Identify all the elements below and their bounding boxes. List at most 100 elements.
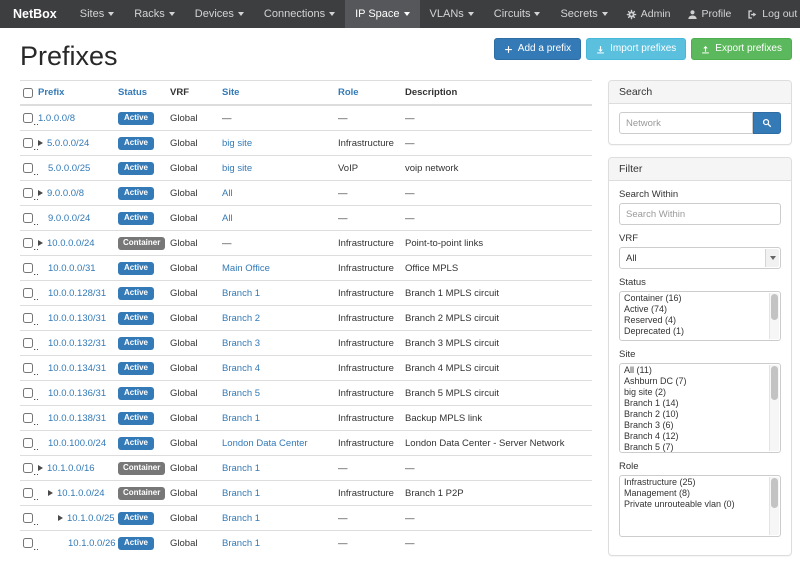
export-prefixes-button[interactable]: Export prefixes: [691, 38, 792, 60]
row-checkbox[interactable]: [23, 463, 33, 473]
prefix-link[interactable]: 9.0.0.0/24: [48, 213, 90, 224]
scrollbar[interactable]: [769, 293, 779, 339]
prefix-link[interactable]: 10.0.0.0/24: [47, 238, 95, 249]
site-link[interactable]: All: [222, 188, 233, 199]
row-checkbox[interactable]: [23, 538, 33, 548]
nav-item-secrets[interactable]: Secrets: [550, 0, 617, 28]
scrollbar-thumb[interactable]: [771, 366, 778, 400]
prefix-link[interactable]: 10.0.0.134/31: [48, 363, 106, 374]
column-header-role[interactable]: Role: [338, 87, 359, 98]
listbox-option[interactable]: Ashburn DC (7): [621, 376, 768, 387]
site-link[interactable]: Branch 2: [222, 313, 260, 324]
listbox-option[interactable]: Branch 1 (14): [621, 398, 768, 409]
site-listbox[interactable]: All (11)Ashburn DC (7)big site (2)Branch…: [619, 363, 781, 453]
prefix-link[interactable]: 10.1.0.0/25: [67, 513, 115, 524]
nav-item-vlans[interactable]: VLANs: [420, 0, 484, 28]
listbox-option[interactable]: Branch 5 (7): [621, 442, 768, 453]
search-within-input[interactable]: [619, 203, 781, 225]
listbox-option[interactable]: Branch 3 (6): [621, 420, 768, 431]
site-link[interactable]: Branch 3: [222, 338, 260, 349]
prefix-link[interactable]: 10.0.0.0/31: [48, 263, 96, 274]
prefix-link[interactable]: 10.0.0.138/31: [48, 413, 106, 424]
site-link[interactable]: Branch 5: [222, 388, 260, 399]
site-link[interactable]: London Data Center: [222, 438, 308, 449]
prefix-link[interactable]: 10.0.100.0/24: [48, 438, 106, 449]
row-checkbox[interactable]: [23, 188, 33, 198]
prefix-link[interactable]: 10.1.0.0/24: [57, 488, 105, 499]
nav-item-racks[interactable]: Racks: [124, 0, 185, 28]
site-link[interactable]: big site: [222, 163, 252, 174]
site-link[interactable]: Branch 1: [222, 538, 260, 549]
site-link[interactable]: Branch 1: [222, 288, 260, 299]
import-prefixes-button[interactable]: Import prefixes: [586, 38, 686, 60]
prefix-link[interactable]: 10.0.0.130/31: [48, 313, 106, 324]
prefix-link[interactable]: 5.0.0.0/25: [48, 163, 90, 174]
select-all-checkbox[interactable]: [23, 88, 33, 98]
nav-item-devices[interactable]: Devices: [185, 0, 254, 28]
listbox-option[interactable]: big site (2): [621, 387, 768, 398]
vrf-select[interactable]: All: [619, 247, 781, 269]
listbox-option[interactable]: Active (74): [621, 304, 768, 315]
row-checkbox[interactable]: [23, 388, 33, 398]
admin-link[interactable]: Admin: [618, 0, 679, 28]
row-checkbox[interactable]: [23, 363, 33, 373]
nav-item-connections[interactable]: Connections: [254, 0, 345, 28]
nav-item-sites[interactable]: Sites: [70, 0, 124, 28]
prefix-link[interactable]: 9.0.0.0/8: [47, 188, 84, 199]
scrollbar-thumb[interactable]: [771, 478, 778, 508]
search-button[interactable]: [753, 112, 781, 134]
prefix-link[interactable]: 10.0.0.136/31: [48, 388, 106, 399]
column-header-site[interactable]: Site: [222, 87, 239, 98]
row-checkbox[interactable]: [23, 113, 33, 123]
row-checkbox[interactable]: [23, 213, 33, 223]
prefix-link[interactable]: 10.1.0.0/26: [68, 538, 116, 549]
row-checkbox[interactable]: [23, 438, 33, 448]
row-checkbox[interactable]: [23, 138, 33, 148]
nav-item-circuits[interactable]: Circuits: [484, 0, 551, 28]
row-checkbox[interactable]: [23, 163, 33, 173]
site-link[interactable]: Branch 1: [222, 488, 260, 499]
listbox-option[interactable]: Container (16): [621, 293, 768, 304]
role-listbox[interactable]: Infrastructure (25)Management (8)Private…: [619, 475, 781, 537]
scrollbar[interactable]: [769, 477, 779, 535]
row-checkbox[interactable]: [23, 313, 33, 323]
listbox-option[interactable]: Infrastructure (25): [621, 477, 768, 488]
status-listbox[interactable]: Container (16)Active (74)Reserved (4)Dep…: [619, 291, 781, 341]
row-checkbox[interactable]: [23, 413, 33, 423]
search-input[interactable]: [619, 112, 753, 134]
row-checkbox[interactable]: [23, 288, 33, 298]
nav-item-ip-space[interactable]: IP Space: [345, 0, 419, 28]
logout-link[interactable]: Log out: [739, 0, 800, 28]
column-header-status[interactable]: Status: [118, 87, 147, 98]
prefix-link[interactable]: 1.0.0.0/8: [38, 113, 75, 124]
listbox-option[interactable]: Management (8): [621, 488, 768, 499]
site-link[interactable]: Branch 1: [222, 513, 260, 524]
site-link[interactable]: Branch 4: [222, 363, 260, 374]
scrollbar[interactable]: [769, 365, 779, 451]
row-checkbox[interactable]: [23, 238, 33, 248]
prefix-link[interactable]: 5.0.0.0/24: [47, 138, 89, 149]
row-checkbox[interactable]: [23, 263, 33, 273]
listbox-option[interactable]: Private unrouteable vlan (0): [621, 499, 768, 510]
site-link[interactable]: Branch 1: [222, 413, 260, 424]
listbox-option[interactable]: Deprecated (1): [621, 326, 768, 337]
listbox-option[interactable]: Branch 2 (10): [621, 409, 768, 420]
brand-logo[interactable]: NetBox: [0, 0, 70, 28]
prefix-link[interactable]: 10.0.0.128/31: [48, 288, 106, 299]
listbox-option[interactable]: Branch 4 (12): [621, 431, 768, 442]
prefix-link[interactable]: 10.0.0.132/31: [48, 338, 106, 349]
prefix-link[interactable]: 10.1.0.0/16: [47, 463, 95, 474]
site-link[interactable]: big site: [222, 138, 252, 149]
listbox-option[interactable]: All (11): [621, 365, 768, 376]
site-link[interactable]: All: [222, 213, 233, 224]
listbox-option[interactable]: Reserved (4): [621, 315, 768, 326]
add-prefix-button[interactable]: Add a prefix: [494, 38, 581, 60]
site-link[interactable]: Branch 1: [222, 463, 260, 474]
site-link[interactable]: Main Office: [222, 263, 270, 274]
scrollbar-thumb[interactable]: [771, 294, 778, 320]
column-header-prefix[interactable]: Prefix: [38, 87, 64, 98]
row-checkbox[interactable]: [23, 338, 33, 348]
row-checkbox[interactable]: [23, 488, 33, 498]
profile-link[interactable]: Profile: [679, 0, 740, 28]
row-checkbox[interactable]: [23, 513, 33, 523]
